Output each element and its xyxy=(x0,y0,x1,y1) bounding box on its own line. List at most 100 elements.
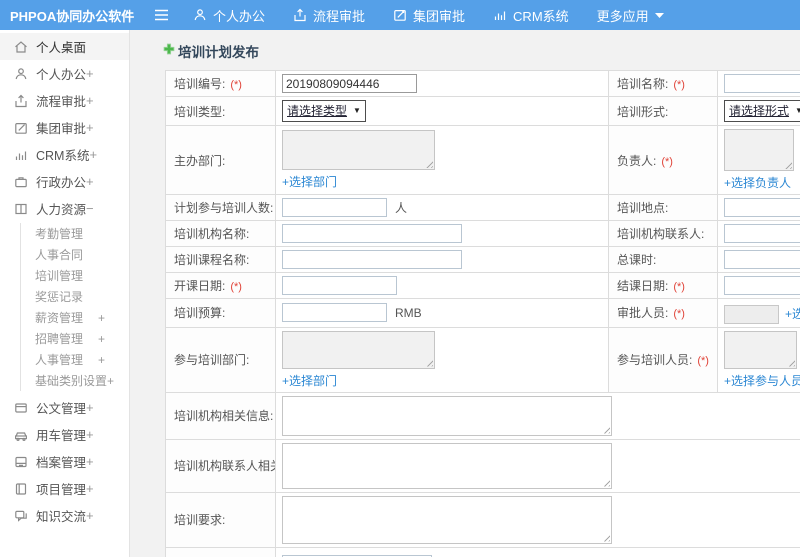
required-mark: (*) xyxy=(673,79,685,91)
expand-plus-icon[interactable]: + xyxy=(89,147,97,162)
sidebar-item-official-doc[interactable]: 公文管理 + xyxy=(0,394,129,421)
approver-input[interactable] xyxy=(724,304,779,324)
sidebar-item-archive[interactable]: 档案管理 + xyxy=(0,448,129,475)
menu-crm-system[interactable]: CRM系统 xyxy=(493,6,569,25)
hours-input[interactable] xyxy=(724,250,800,269)
approver-label: 审批人员: (*) xyxy=(608,298,718,328)
training-mode-select[interactable]: 请选择形式 ▼ xyxy=(724,100,800,122)
row-org-info: 培训机构相关信息: xyxy=(165,391,800,440)
select-approver-link[interactable]: +选择审批人员 xyxy=(785,305,800,322)
training-name-label: 培训名称: (*) xyxy=(608,70,718,97)
sidebar-sub-personnel[interactable]: 人事管理 + xyxy=(21,349,129,370)
collapse-minus-icon[interactable]: − xyxy=(86,201,94,216)
menu-personal-office[interactable]: 个人办公 xyxy=(193,6,265,25)
menu-more-apps[interactable]: 更多应用 xyxy=(597,6,664,25)
select-dept-link[interactable]: +选择部门 xyxy=(282,173,602,190)
expand-plus-icon[interactable]: + xyxy=(86,93,94,108)
start-date-label: 开课日期: (*) xyxy=(165,272,276,299)
car-icon xyxy=(14,428,28,442)
sidebar-sub-recruit[interactable]: 招聘管理 + xyxy=(21,328,129,349)
expand-plus-icon[interactable]: + xyxy=(98,332,105,346)
row-training-no-name: 培训编号:(*) 培训名称:(*) xyxy=(165,70,800,97)
sub-label: 人事合同 xyxy=(35,248,84,262)
green-plus-icon xyxy=(163,42,175,60)
sidebar-item-label: CRM系统 xyxy=(36,149,90,163)
expand-plus-icon[interactable]: + xyxy=(98,353,105,367)
plan-num-input[interactable] xyxy=(282,198,387,217)
menu-label: CRM系统 xyxy=(513,8,569,24)
expand-plus-icon[interactable]: + xyxy=(86,174,94,189)
course-name-input[interactable] xyxy=(282,250,462,269)
row-hostdept-leader: 主办部门: +选择部门 负责人: (*) +选择负责人 xyxy=(165,125,800,195)
org-info-textarea[interactable] xyxy=(282,395,612,436)
hamburger-icon[interactable] xyxy=(154,9,169,21)
org-contact-label: 培训机构联系人: xyxy=(608,220,718,247)
expand-plus-icon[interactable]: + xyxy=(86,427,94,442)
sidebar-sub-hr-contract[interactable]: 人事合同 xyxy=(21,244,129,265)
plan-num-label: 计划参与培训人数:(*) xyxy=(165,194,276,221)
sub-label: 薪资管理 xyxy=(35,311,84,325)
sidebar-item-personal-office[interactable]: 个人办公 + xyxy=(0,60,129,87)
sidebar-sub-attendance[interactable]: 考勤管理 xyxy=(21,223,129,244)
expand-plus-icon[interactable]: + xyxy=(86,454,94,469)
sidebar-sub-salary[interactable]: 薪资管理 + xyxy=(21,307,129,328)
leader-textarea[interactable] xyxy=(724,129,794,171)
training-mode-label: 培训形式: xyxy=(608,96,718,126)
course-name-label: 培训课程名称: xyxy=(165,246,276,273)
training-no-input[interactable] xyxy=(282,74,417,93)
menu-workflow-approval[interactable]: 流程审批 xyxy=(293,6,365,25)
expand-plus-icon[interactable]: + xyxy=(86,508,94,523)
hr-submenu: 考勤管理 人事合同 培训管理 奖惩记录 薪资管理 + 招聘管理 + 人事管理 + 基础… xyxy=(20,223,129,391)
menu-group-approval[interactable]: 集团审批 xyxy=(393,6,465,25)
expand-plus-icon[interactable]: + xyxy=(86,66,94,81)
training-type-select[interactable]: 请选择类型 ▼ xyxy=(282,100,366,122)
org-contact-info-textarea[interactable] xyxy=(282,442,612,489)
budget-input[interactable] xyxy=(282,303,387,323)
leader-label: 负责人: (*) xyxy=(608,125,718,195)
page-title: 培训计划发布 xyxy=(163,41,800,61)
sidebar-item-knowledge[interactable]: 知识交流 + xyxy=(0,502,129,529)
menu-label: 个人办公 xyxy=(213,8,266,24)
sidebar-item-personal-desktop[interactable]: 个人桌面 xyxy=(0,33,129,60)
sidebar-sub-training[interactable]: 培训管理 xyxy=(21,265,129,286)
expand-plus-icon[interactable]: + xyxy=(107,374,114,388)
hours-label: 总课时: xyxy=(608,246,718,273)
select-leader-link[interactable]: +选择负责人 xyxy=(724,174,800,191)
end-date-input[interactable] xyxy=(724,276,800,295)
edit-square-icon xyxy=(393,8,407,22)
requirement-textarea[interactable] xyxy=(282,495,612,544)
sidebar-item-crm[interactable]: CRM系统 + xyxy=(0,141,129,168)
expand-plus-icon[interactable]: + xyxy=(86,400,94,415)
requirement-label: 培训要求: xyxy=(165,491,276,548)
sidebar-item-project[interactable]: 项目管理 + xyxy=(0,475,129,502)
sidebar-item-group-approval[interactable]: 集团审批 + xyxy=(0,114,129,141)
sidebar-sub-reward[interactable]: 奖惩记录 xyxy=(21,286,129,307)
sidebar-item-hr[interactable]: 人力资源 − xyxy=(0,195,129,222)
row-org-contact-info: 培训机构联系人相关信息: xyxy=(165,438,800,493)
join-people-textarea[interactable] xyxy=(724,330,797,369)
sidebar-item-label: 个人桌面 xyxy=(36,41,87,55)
start-date-input[interactable] xyxy=(282,276,397,295)
chat-icon xyxy=(14,509,28,523)
select-join-dept-link[interactable]: +选择部门 xyxy=(282,372,602,389)
sidebar-item-vehicle[interactable]: 用车管理 + xyxy=(0,421,129,448)
org-contact-input[interactable] xyxy=(724,224,800,243)
expand-plus-icon[interactable]: + xyxy=(86,481,94,496)
expand-plus-icon[interactable]: + xyxy=(86,120,94,135)
select-join-people-link[interactable]: +选择参与人员 xyxy=(724,372,800,389)
sidebar-sub-base-category[interactable]: 基础类别设置 + xyxy=(21,370,129,391)
expand-plus-icon[interactable]: + xyxy=(98,311,105,325)
join-dept-textarea[interactable] xyxy=(282,330,435,369)
sidebar-item-label: 项目管理 xyxy=(36,483,87,497)
host-dept-textarea[interactable] xyxy=(282,130,435,170)
bar-chart-icon xyxy=(493,8,507,22)
org-name-input[interactable] xyxy=(282,224,462,243)
sidebar-item-workflow-approval[interactable]: 流程审批 + xyxy=(0,87,129,114)
sidebar-item-admin-office[interactable]: 行政办公 + xyxy=(0,168,129,195)
budget-label: 培训预算: xyxy=(165,298,276,328)
sidebar-item-label: 公文管理 xyxy=(36,402,87,416)
row-plannum-place: 计划参与培训人数:(*) 人 培训地点: xyxy=(165,194,800,221)
archive-icon xyxy=(14,455,28,469)
place-input[interactable] xyxy=(724,198,800,217)
training-name-input[interactable] xyxy=(724,74,800,93)
